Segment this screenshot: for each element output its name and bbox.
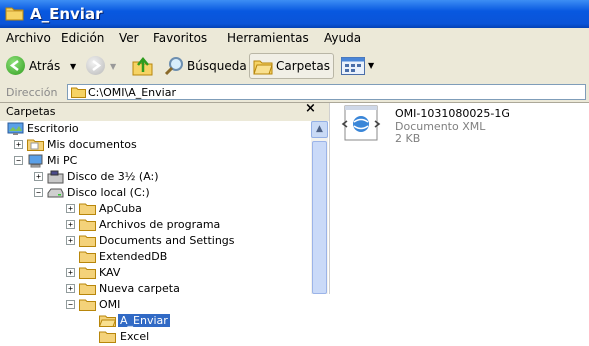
search-label: Búsqueda [187, 59, 247, 73]
collapse-icon[interactable]: − [66, 300, 75, 309]
open-folder-icon [98, 314, 117, 327]
folder-icon [79, 218, 96, 231]
collapse-icon[interactable]: − [34, 188, 43, 197]
expand-icon[interactable]: + [66, 284, 75, 293]
search-button[interactable]: Búsqueda [162, 49, 247, 83]
scroll-up-button[interactable]: ▲ [311, 121, 328, 138]
tree-item-kav[interactable]: + KAV [0, 265, 300, 281]
up-folder-icon [132, 56, 154, 79]
tree-item-label: Disco local (C:) [67, 186, 150, 199]
tree-item-label: ExtendedDB [99, 250, 168, 263]
folders-label: Carpetas [276, 59, 330, 73]
tree-item-label: OMI [99, 298, 121, 311]
tree-item-label: A_Enviar [118, 314, 170, 327]
tree-item-label: Escritorio [27, 122, 79, 135]
folder-window-icon [5, 5, 25, 21]
folders-pane-header: Carpetas × [0, 101, 329, 121]
tree-item-label: Nueva carpeta [99, 282, 180, 295]
desktop-icon [7, 122, 24, 135]
tree-item-apcuba[interactable]: + ApCuba [0, 201, 300, 217]
folders-pane: Carpetas × Escritorio + Mis documentos −… [0, 101, 330, 343]
search-icon [164, 56, 184, 79]
tree-item-label: Mi PC [47, 154, 78, 167]
back-label: Atrás [29, 59, 61, 73]
toolbar: Atrás ▼ ▼ Búsqueda Carpetas ▼ [0, 49, 589, 84]
tree-item-mis-documentos[interactable]: + Mis documentos [0, 137, 300, 153]
tree-item-extendeddb[interactable]: ExtendedDB [0, 249, 300, 265]
menu-edicion[interactable]: Edición [61, 31, 104, 45]
tree-item-escritorio[interactable]: Escritorio [0, 121, 300, 137]
collapse-icon[interactable]: − [14, 156, 23, 165]
tree-item-disco-c[interactable]: − Disco local (C:) [0, 185, 300, 201]
views-dropdown-icon: ▼ [368, 61, 375, 70]
folders-scrollbar[interactable]: ▲ [311, 121, 328, 294]
tree-item-disco-a[interactable]: + Disco de 3½ (A:) [0, 169, 300, 185]
menu-bar: Archivo Edición Ver Favoritos Herramient… [0, 28, 589, 50]
forward-dropdown-icon: ▼ [110, 62, 117, 71]
title-bar: A_Enviar [0, 0, 589, 28]
menu-ayuda[interactable]: Ayuda [324, 31, 361, 45]
file-item[interactable]: OMI-1031080025-1G Documento XML 2 KB [338, 103, 578, 153]
address-field[interactable]: C:\OMI\A_Enviar [67, 84, 586, 100]
views-button[interactable]: ▼ [339, 49, 381, 83]
computer-icon [27, 154, 44, 168]
tree-item-a-enviar[interactable]: A_Enviar [0, 313, 300, 329]
folder-icon [79, 282, 96, 295]
folder-icon [27, 138, 44, 151]
tree-item-label: Mis documentos [47, 138, 137, 151]
up-folder-button[interactable] [129, 49, 157, 83]
folder-icon [99, 330, 116, 343]
address-bar: Dirección C:\OMI\A_Enviar [0, 83, 589, 103]
expand-icon[interactable]: + [66, 204, 75, 213]
window-title: A_Enviar [30, 5, 103, 23]
folder-icon [79, 250, 96, 263]
expand-icon[interactable]: + [66, 220, 75, 229]
file-name: OMI-1031080025-1G [395, 107, 510, 120]
folder-icon [79, 298, 96, 311]
floppy-icon [47, 170, 64, 184]
scroll-thumb[interactable] [312, 141, 327, 294]
expand-icon[interactable]: + [34, 172, 43, 181]
file-list: OMI-1031080025-1G Documento XML 2 KB [330, 103, 589, 294]
tree-item-label: Archivos de programa [99, 218, 221, 231]
folders-pane-close-button[interactable]: × [305, 101, 316, 116]
tree-item-label: Disco de 3½ (A:) [67, 170, 159, 183]
tree-item-nueva-carpeta[interactable]: + Nueva carpeta [0, 281, 300, 297]
tree-item-mi-pc[interactable]: − Mi PC [0, 153, 300, 169]
tree-item-archivos-de-programa[interactable]: + Archivos de programa [0, 217, 300, 233]
expand-icon[interactable]: + [66, 268, 75, 277]
address-label: Dirección [6, 86, 58, 99]
back-dropdown-icon[interactable]: ▼ [70, 62, 76, 71]
tree-item-label: Documents and Settings [99, 234, 235, 247]
tree-item-label: ApCuba [99, 202, 142, 215]
menu-favoritos[interactable]: Favoritos [153, 31, 207, 45]
tree-item-omi[interactable]: − OMI [0, 297, 300, 313]
tree-item-label: KAV [99, 266, 121, 279]
folder-icon [79, 234, 96, 247]
address-folder-icon [71, 86, 86, 101]
folder-icon [79, 266, 96, 279]
folders-button[interactable]: Carpetas [249, 53, 334, 79]
back-arrow-icon [6, 56, 25, 75]
expand-icon[interactable]: + [14, 140, 23, 149]
tree-item-label: Excel [120, 330, 150, 343]
address-value: C:\OMI\A_Enviar [88, 86, 176, 99]
folders-pane-title: Carpetas [6, 105, 56, 118]
back-button[interactable]: Atrás [4, 49, 69, 83]
menu-ver[interactable]: Ver [119, 31, 139, 45]
tree-item-documents-and-settings[interactable]: + Documents and Settings [0, 233, 300, 249]
drive-icon [47, 186, 64, 199]
forward-arrow-icon [86, 56, 105, 75]
folders-icon [253, 57, 273, 78]
tree-item-excel[interactable]: Excel [0, 329, 300, 345]
folder-icon [79, 202, 96, 215]
menu-herramientas[interactable]: Herramientas [227, 31, 309, 45]
expand-icon[interactable]: + [66, 236, 75, 245]
views-icon [341, 57, 365, 78]
xml-document-icon [341, 105, 381, 144]
file-size: 2 KB [395, 132, 421, 145]
menu-archivo[interactable]: Archivo [6, 31, 51, 45]
forward-button[interactable]: ▼ [84, 49, 118, 83]
